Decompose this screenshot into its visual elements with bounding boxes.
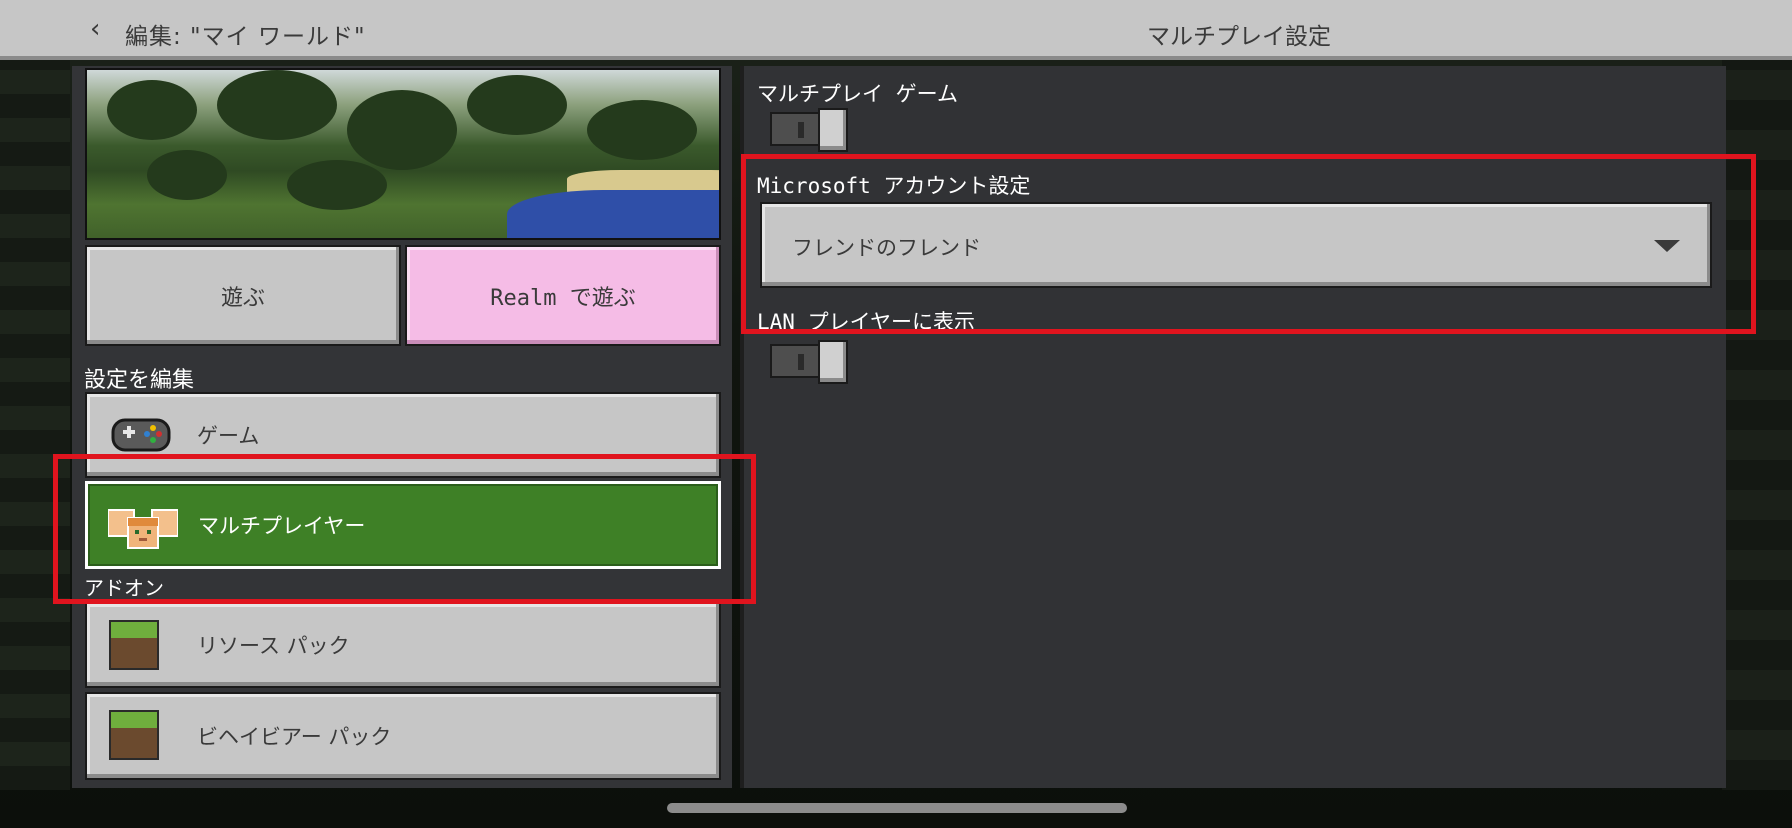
addon-item-label: リソース パック [197, 634, 350, 658]
background-terrain-left [0, 60, 70, 790]
grass-block-icon [109, 620, 159, 670]
multiplayer-game-label: マルチプレイ ゲーム [757, 82, 959, 106]
play-button[interactable]: 遊ぶ [85, 245, 401, 346]
lan-visibility-toggle[interactable] [770, 340, 848, 384]
page-title: マルチプレイ設定 [1147, 24, 1331, 50]
settings-item-label: ゲーム [197, 424, 260, 448]
back-button[interactable]: 編集: "マイ ワールド" [125, 17, 366, 51]
play-in-realm-button[interactable]: Realm で遊ぶ [405, 245, 721, 346]
grass-block-icon [109, 710, 159, 760]
home-indicator[interactable] [667, 803, 1127, 813]
highlight-box-multiplayer-item [53, 454, 756, 604]
addon-item-label: ビヘイビアー パック [197, 725, 392, 749]
addon-item-resource-pack[interactable]: リソース パック [85, 602, 721, 688]
addon-item-behavior-pack[interactable]: ビヘイビアー パック [85, 692, 721, 780]
top-bar: ‹ 編集: "マイ ワールド" マルチプレイ設定 [0, 0, 1792, 60]
edit-settings-heading: 設定を編集 [84, 368, 195, 393]
highlight-box-account-settings [741, 154, 1756, 334]
controller-icon [111, 418, 171, 452]
back-chevron-icon[interactable]: ‹ [90, 14, 100, 44]
world-preview-image [85, 68, 721, 240]
multiplayer-game-toggle[interactable] [770, 108, 848, 152]
